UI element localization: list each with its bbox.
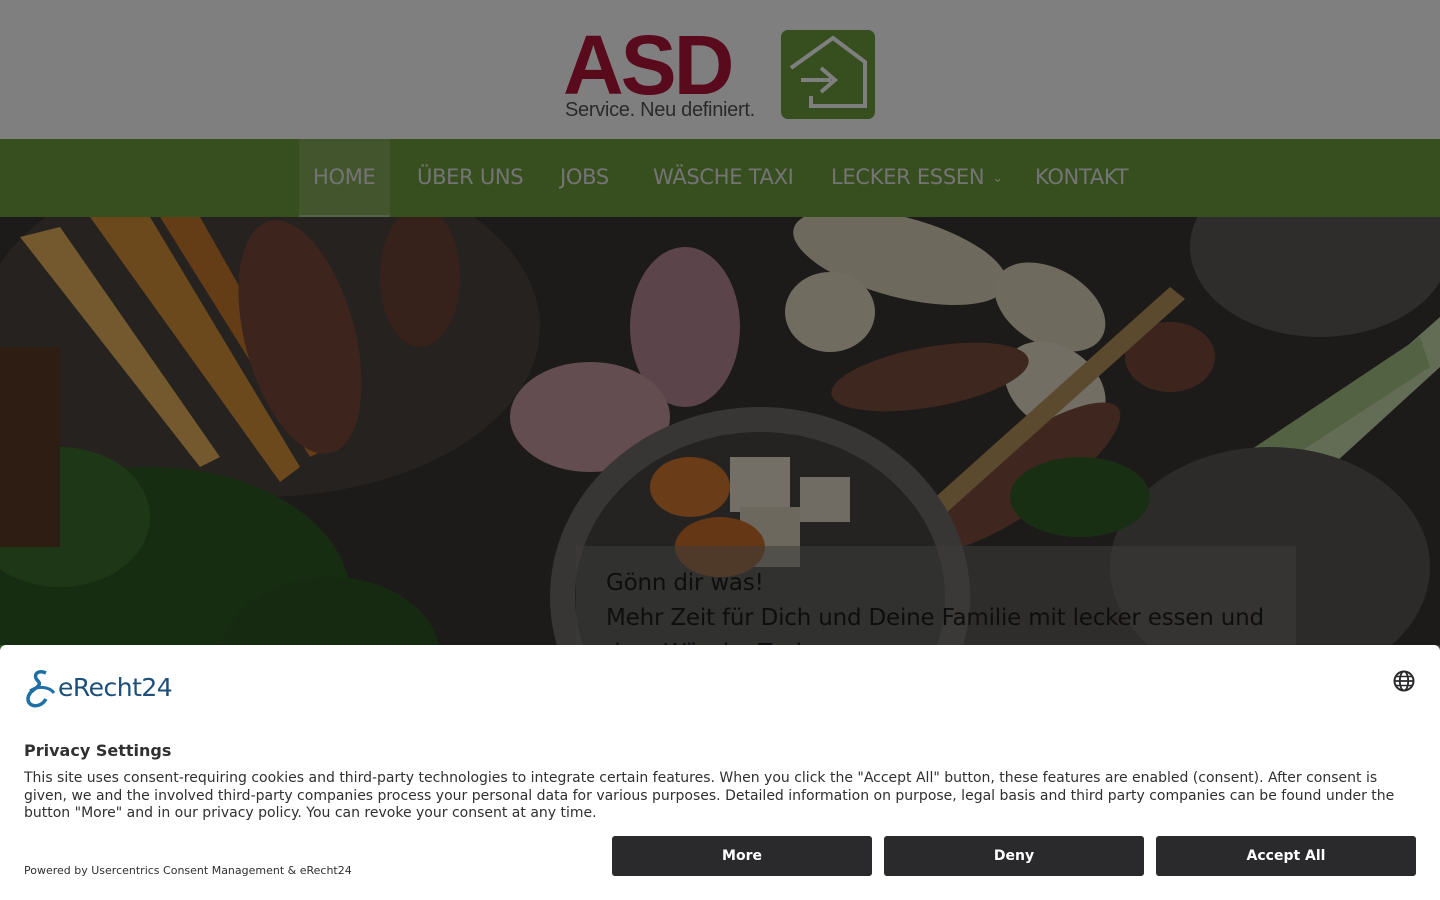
consent-banner: eRecht24 Privacy Settings This site uses… bbox=[0, 645, 1440, 900]
house-arrow-icon bbox=[781, 30, 875, 119]
erecht24-logo: eRecht24 bbox=[24, 669, 194, 709]
nav-item-kontakt[interactable]: KONTAKT bbox=[1035, 139, 1129, 217]
nav-item-label: LECKER ESSEN bbox=[831, 165, 985, 189]
erecht24-mark-icon bbox=[26, 669, 56, 708]
deny-button[interactable]: Deny bbox=[884, 836, 1144, 876]
more-button[interactable]: More bbox=[612, 836, 872, 876]
accept-all-button[interactable]: Accept All bbox=[1156, 836, 1416, 876]
site-header: ASD Service. Neu definiert. bbox=[0, 0, 1440, 139]
hero-subline: Mehr Zeit für Dich und Deine Familie mit… bbox=[606, 605, 1264, 631]
logo-slogan: Service. Neu definiert. bbox=[565, 99, 755, 121]
consent-title: Privacy Settings bbox=[24, 741, 172, 760]
erecht24-wordmark: eRecht24 bbox=[58, 673, 173, 702]
nav-item-jobs[interactable]: JOBS bbox=[560, 139, 609, 217]
main-nav: HOME ÜBER UNS JOBS WÄSCHE TAXI LECKER ES… bbox=[0, 139, 1440, 217]
consent-description: This site uses consent-requiring cookies… bbox=[24, 770, 1395, 821]
powered-by-link[interactable]: Powered by Usercentrics Consent Manageme… bbox=[24, 864, 352, 877]
site-logo[interactable]: ASD Service. Neu definiert. bbox=[563, 23, 877, 121]
hero-headline: Gönn dir was! bbox=[606, 570, 764, 596]
nav-item-home[interactable]: HOME bbox=[299, 139, 390, 217]
chevron-down-icon: ⌄ bbox=[992, 171, 1003, 186]
logo-text: ASD bbox=[563, 18, 734, 112]
nav-item-ueber-uns[interactable]: ÜBER UNS bbox=[417, 139, 524, 217]
globe-icon[interactable] bbox=[1392, 669, 1416, 693]
nav-item-waesche-taxi[interactable]: WÄSCHE TAXI bbox=[653, 139, 794, 217]
nav-item-lecker-essen[interactable]: LECKER ESSEN ⌄ bbox=[831, 139, 1003, 217]
